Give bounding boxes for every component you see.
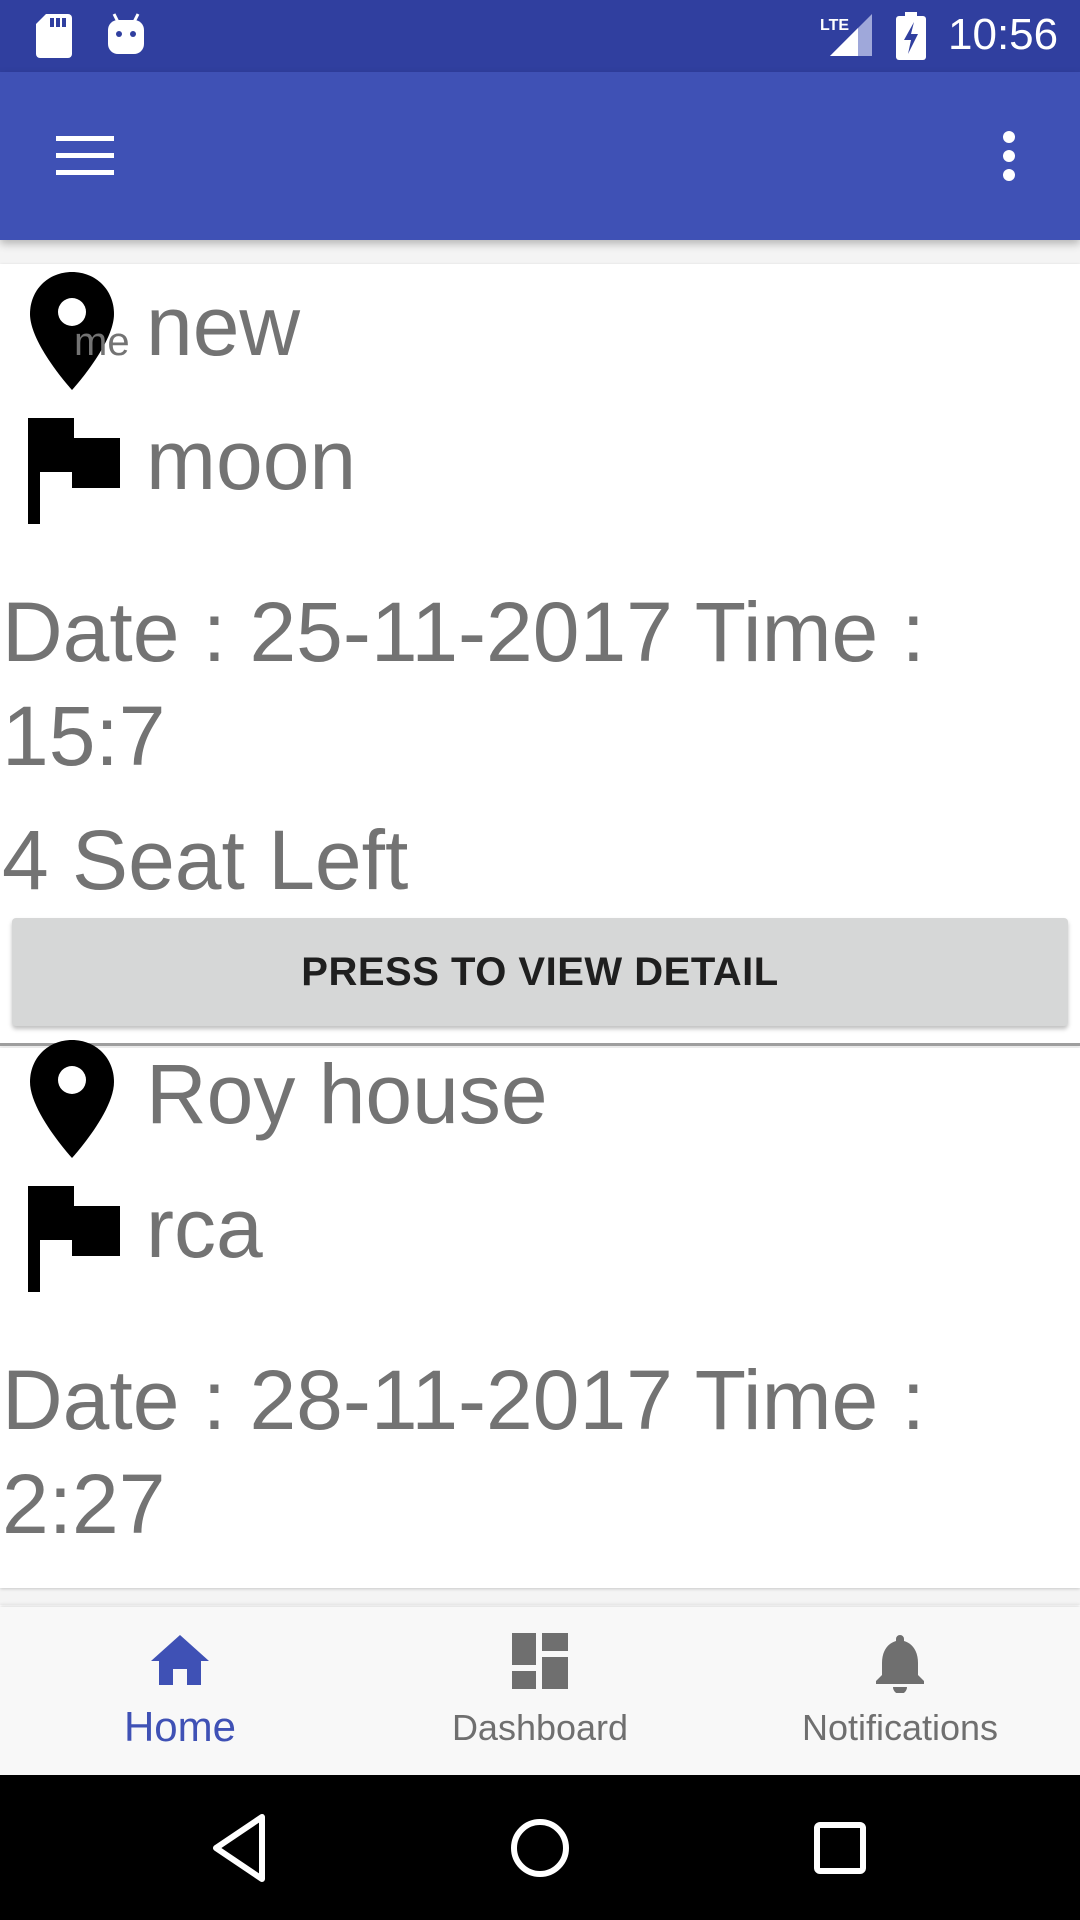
android-icon xyxy=(106,12,146,60)
hamburger-menu-icon xyxy=(56,136,114,175)
flag-icon xyxy=(28,1186,122,1296)
bell-icon xyxy=(720,1633,1080,1697)
origin-label: new xyxy=(146,279,301,373)
recents-icon xyxy=(814,1822,866,1874)
ride-datetime: Date : 28-11-2017 Time : 2:27 xyxy=(2,1353,925,1551)
system-navigation-bar xyxy=(0,1775,1080,1920)
nav-notifications-label: Notifications xyxy=(801,1707,999,1748)
lte-signal-icon: LTE xyxy=(818,12,874,62)
sd-card-icon xyxy=(36,14,72,62)
ride-card: Roy house rca Date : 28-11-2017 Time : 2… xyxy=(0,1040,1080,1588)
destination-label: moon xyxy=(146,413,357,507)
system-recents-button[interactable] xyxy=(795,1803,885,1893)
system-back-button[interactable] xyxy=(196,1803,286,1893)
ride-list[interactable]: me new moon Date : 25-11-2017 Time : 15:… xyxy=(0,240,1080,1605)
destination-row: rca xyxy=(0,1166,1080,1292)
destination-row: moon xyxy=(0,398,1080,524)
destination-label: rca xyxy=(146,1181,263,1275)
location-pin-icon xyxy=(28,1038,116,1164)
system-home-button[interactable] xyxy=(495,1803,585,1893)
nav-dashboard[interactable]: Dashboard xyxy=(360,1607,720,1775)
dashboard-icon xyxy=(360,1633,720,1693)
origin-hint: me xyxy=(74,320,130,364)
origin-row: Roy house xyxy=(0,1032,1080,1158)
back-icon xyxy=(213,1814,265,1882)
view-detail-button[interactable]: PRESS TO VIEW DETAIL xyxy=(12,918,1068,1026)
nav-home[interactable]: Home xyxy=(0,1607,360,1775)
app-bar xyxy=(0,72,1080,240)
origin-label: Roy house xyxy=(146,1047,548,1141)
flag-icon xyxy=(28,418,122,528)
svg-text:LTE: LTE xyxy=(820,17,849,34)
battery-charging-icon xyxy=(896,12,926,64)
more-options-button[interactable] xyxy=(984,120,1044,192)
home-circle-icon xyxy=(511,1819,569,1877)
nav-home-label: Home xyxy=(123,1703,237,1750)
more-vert-icon xyxy=(1003,131,1015,181)
bottom-navigation: Home Dashboard Notifications xyxy=(0,1607,1080,1775)
status-bar: LTE 10:56 xyxy=(0,0,1080,72)
status-clock: 10:56 xyxy=(948,10,1059,59)
menu-button[interactable] xyxy=(40,120,130,192)
origin-row: me new xyxy=(0,264,1080,390)
home-icon xyxy=(0,1633,360,1691)
ride-datetime: Date : 25-11-2017 Time : 15:7 xyxy=(2,585,925,783)
seats-left: 4 Seat Left xyxy=(2,813,409,907)
nav-dashboard-label: Dashboard xyxy=(451,1707,629,1748)
nav-notifications[interactable]: Notifications xyxy=(720,1607,1080,1775)
